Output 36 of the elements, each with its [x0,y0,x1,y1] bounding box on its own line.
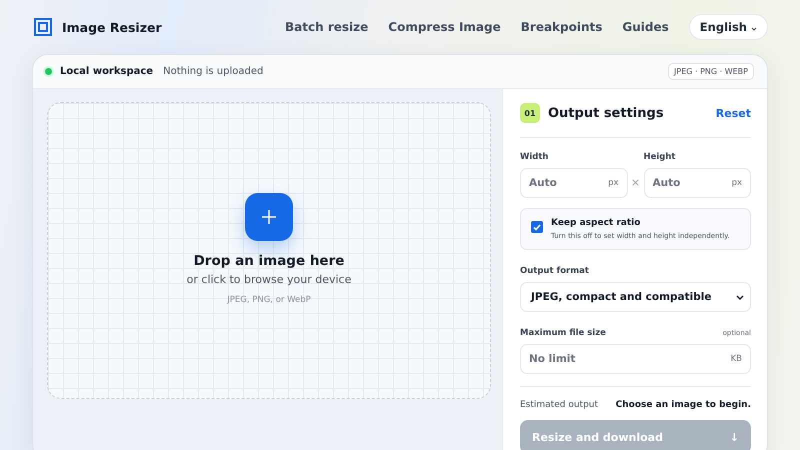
download-arrow: ↓ [730,430,739,444]
plus-icon [261,209,277,225]
unit-label: KB [730,354,742,364]
times-separator: × [630,175,642,191]
dropzone[interactable]: Drop an image here or click to browse your device JPEG, PNG, or WebP [47,102,491,399]
format-label: Output format [520,266,590,276]
nav-link[interactable]: Compress Image [388,20,501,34]
format-select[interactable]: JPEG, compact and compatible [520,282,751,312]
add-image-button[interactable] [245,193,293,241]
aspect-checkbox[interactable] [531,221,543,233]
chevron-icon [736,294,744,300]
height-label: Height [644,152,676,162]
unit-label: px [608,178,618,188]
formats-tag: JPEG · PNG · WEBP [668,63,754,80]
dropzone-title: Drop an image here [194,253,344,269]
nav-link[interactable]: Guides [622,20,669,34]
max-size-label: Maximum file size [520,328,606,338]
step-badge: 01 [520,103,540,123]
unit-label: px [732,178,742,188]
panel-title: Output settings [548,106,664,120]
aspect-label: Keep aspect ratio [551,218,642,228]
estimate-value: Choose an image to begin. [616,400,751,410]
language-button[interactable]: English [688,14,768,40]
dropzone-subtitle: or click to browse your device [186,273,352,286]
app-name: Image Resizer [62,20,162,34]
estimate-label: Estimated output [520,400,598,410]
logo-icon [34,18,52,36]
reset-link[interactable]: Reset [716,106,751,120]
check-icon [533,224,541,230]
status-text: Nothing is uploaded [163,66,264,77]
width-label: Width [520,152,550,162]
nav-link[interactable]: Batch resize [285,20,368,34]
workspace-label: Local workspace [60,66,154,77]
nav-link[interactable]: Breakpoints [520,20,602,34]
accepted-formats: JPEG, PNG, or WebP [227,295,311,305]
caret-icon [751,27,757,31]
